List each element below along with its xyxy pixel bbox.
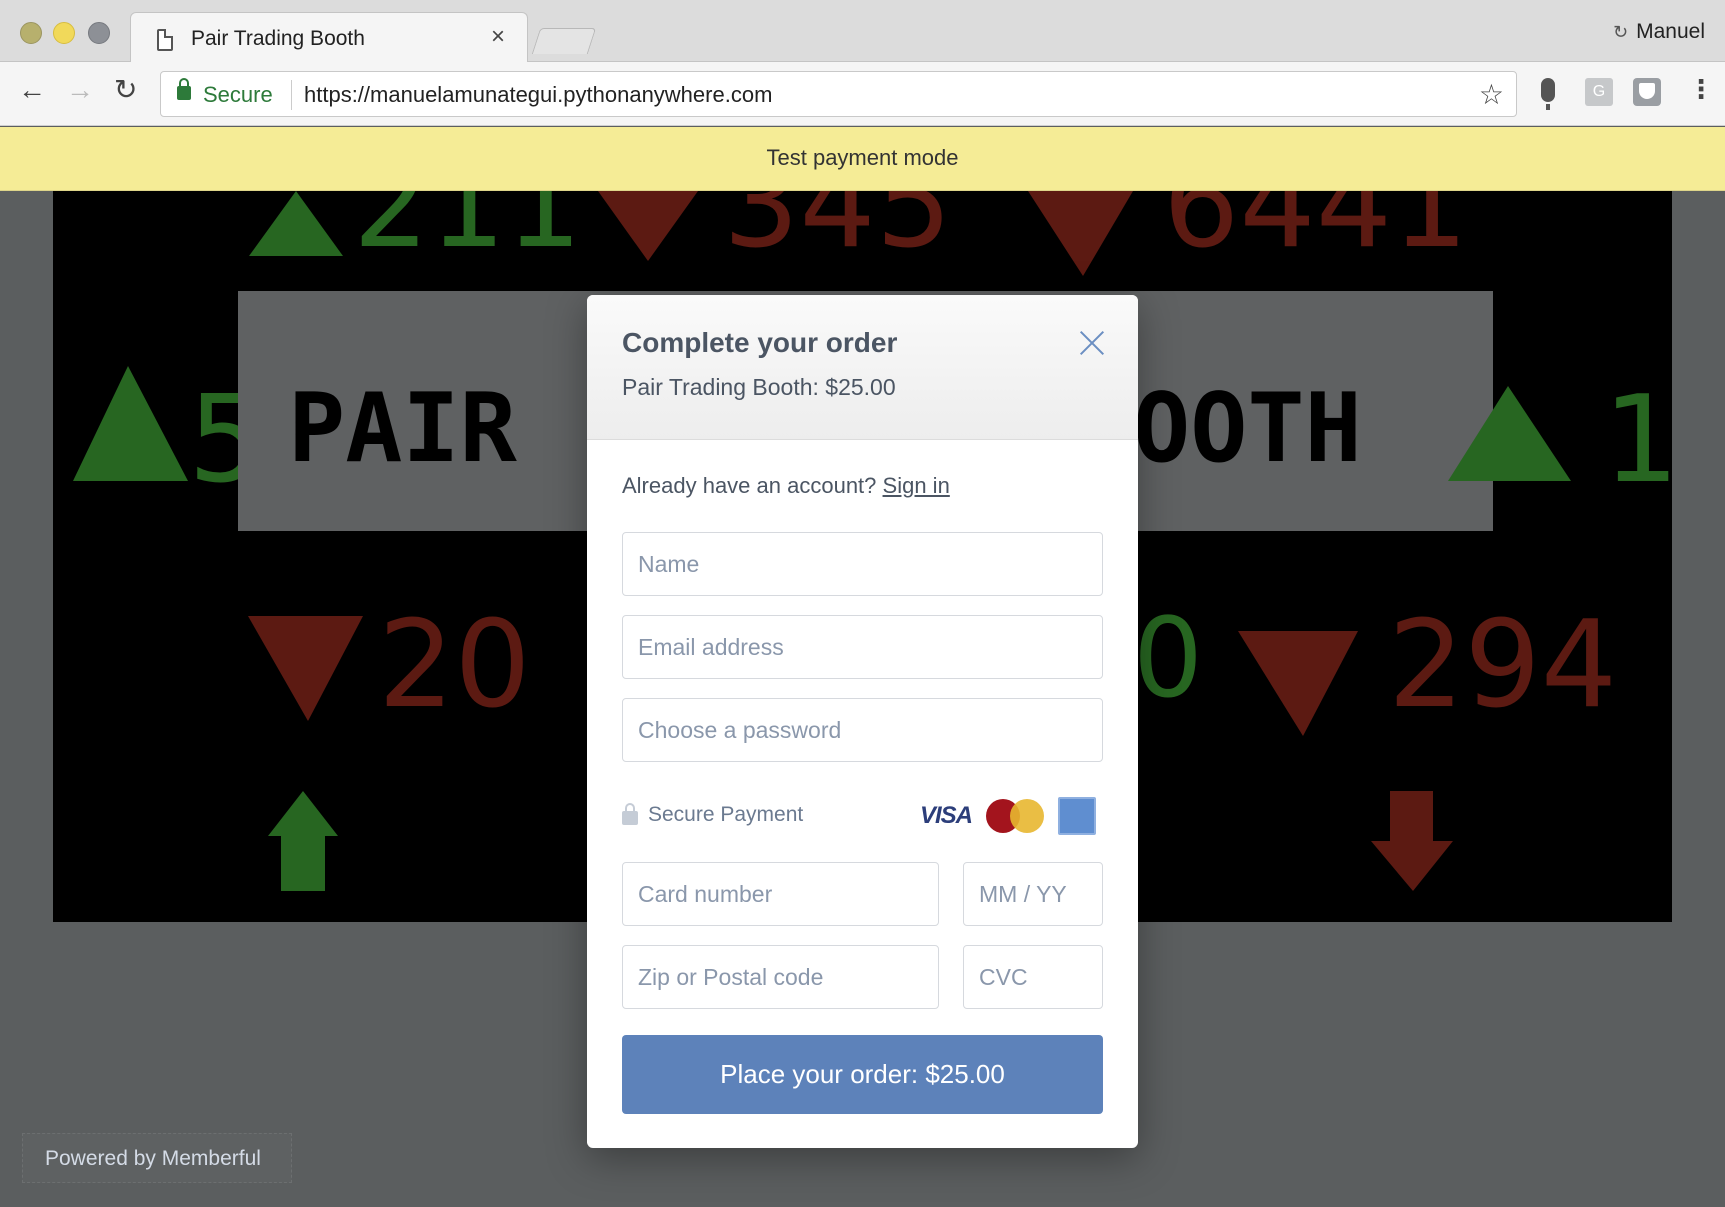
card-number-field[interactable] xyxy=(623,863,938,925)
lock-icon xyxy=(177,78,191,100)
hero-number: 345 xyxy=(723,191,952,275)
extension-shield-icon[interactable] xyxy=(1633,78,1661,106)
microphone-icon[interactable] xyxy=(1541,78,1555,110)
visa-logo-icon: VISA xyxy=(920,802,973,829)
lock-icon xyxy=(622,803,638,825)
cvc-field[interactable] xyxy=(964,946,1102,1008)
test-mode-text: Test payment mode xyxy=(766,145,959,170)
mastercard-logo-icon xyxy=(986,799,1045,833)
email-field-container xyxy=(622,615,1103,679)
hero-number: 211 xyxy=(353,191,582,275)
secure-payment-label: Secure Payment xyxy=(622,803,803,827)
profile-button[interactable]: ↻ Manuel xyxy=(1613,20,1705,44)
account-prompt-text: Already have an account? xyxy=(622,473,877,498)
up-triangle-icon xyxy=(249,191,343,256)
profile-name: Manuel xyxy=(1636,20,1705,43)
window-close-button[interactable] xyxy=(20,22,42,44)
page-document-icon xyxy=(157,29,173,51)
powered-by-badge[interactable]: Powered by Memberful xyxy=(22,1133,292,1183)
hero-title-right: OOTH xyxy=(1133,374,1362,484)
down-triangle-icon xyxy=(598,191,698,261)
modal-header: Complete your order Pair Trading Booth: … xyxy=(587,295,1138,440)
window-minimize-button[interactable] xyxy=(53,22,75,44)
up-triangle-icon xyxy=(73,366,188,481)
checkout-modal: Complete your order Pair Trading Booth: … xyxy=(587,295,1138,1148)
extension-g-icon[interactable]: G xyxy=(1585,78,1613,106)
new-tab-button[interactable] xyxy=(531,28,597,54)
password-field-container xyxy=(622,698,1103,762)
back-arrow-icon[interactable]: ← xyxy=(18,76,46,104)
cvc-container xyxy=(963,945,1103,1009)
amex-logo-icon xyxy=(1058,797,1097,835)
address-bar[interactable]: Secure https://manuelamunategui.pythonan… xyxy=(160,71,1517,117)
profile-sync-icon: ↻ xyxy=(1613,21,1629,42)
modal-title: Complete your order xyxy=(622,327,898,358)
down-arrow-icon xyxy=(1371,791,1453,891)
name-field-container xyxy=(622,532,1103,596)
tab-close-icon[interactable]: × xyxy=(491,23,505,51)
expiry-container xyxy=(963,862,1103,926)
browser-menu-icon[interactable]: ⋮ xyxy=(1688,76,1714,102)
hero-number: 0 xyxy=(1133,594,1203,722)
place-order-button[interactable]: Place your order: $25.00 xyxy=(622,1035,1103,1114)
hero-title-left: PAIR xyxy=(288,374,518,484)
up-arrow-icon xyxy=(268,791,338,891)
hero-number: 6441 xyxy=(1163,191,1468,275)
card-brand-logos: VISA xyxy=(920,797,1097,835)
url-text[interactable]: https://manuelamunategui.pythonanywhere.… xyxy=(304,82,772,108)
down-triangle-icon xyxy=(1238,631,1358,736)
zip-container xyxy=(622,945,939,1009)
hero-number: 20 xyxy=(378,596,531,735)
name-field[interactable] xyxy=(623,533,1102,595)
hero-number: 1 xyxy=(1603,371,1672,510)
password-field[interactable] xyxy=(623,699,1102,761)
window-maximize-button[interactable] xyxy=(88,22,110,44)
card-number-container xyxy=(622,862,939,926)
expiry-field[interactable] xyxy=(964,863,1102,925)
email-field[interactable] xyxy=(623,616,1102,678)
hero-number: 294 xyxy=(1388,596,1617,735)
reload-icon[interactable]: ↻ xyxy=(114,76,137,104)
account-prompt: Already have an account? Sign in xyxy=(622,473,950,499)
zip-field[interactable] xyxy=(623,946,938,1008)
down-triangle-icon xyxy=(248,616,363,721)
browser-toolbar: ← → ↻ Secure https://manuelamunategui.py… xyxy=(0,62,1725,126)
browser-tab[interactable]: Pair Trading Booth × xyxy=(130,12,528,63)
powered-by-text: Powered by Memberful xyxy=(45,1147,261,1170)
tab-title: Pair Trading Booth xyxy=(191,27,365,50)
secure-payment-text: Secure Payment xyxy=(648,803,804,826)
forward-arrow-icon[interactable]: → xyxy=(66,76,94,104)
bookmark-star-icon[interactable]: ☆ xyxy=(1479,78,1504,111)
close-icon[interactable] xyxy=(1078,329,1106,357)
address-divider xyxy=(291,80,292,110)
order-summary: Pair Trading Booth: $25.00 xyxy=(622,374,896,400)
down-triangle-icon xyxy=(1028,191,1133,276)
sign-in-link[interactable]: Sign in xyxy=(883,473,950,498)
secure-label: Secure xyxy=(203,82,273,107)
browser-tabstrip: Pair Trading Booth × ↻ Manuel xyxy=(0,0,1725,63)
test-mode-banner: Test payment mode xyxy=(0,127,1725,191)
